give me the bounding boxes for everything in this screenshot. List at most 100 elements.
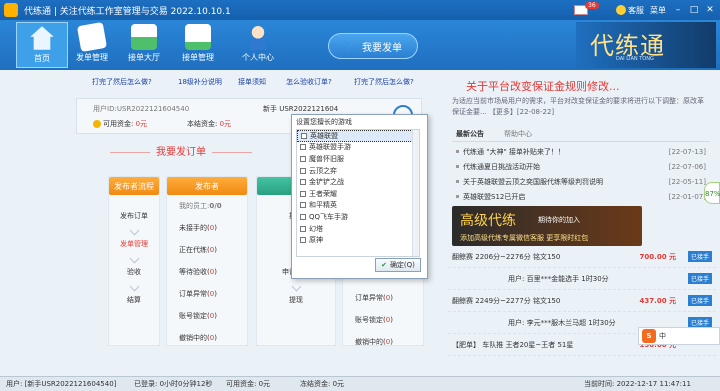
ok-label: 确定(Q) [389, 261, 415, 269]
nav-label: 个人中心 [242, 53, 274, 62]
publish-order-button[interactable]: 我要发单 [328, 33, 418, 59]
status-row[interactable]: 撤销中的(0) [343, 331, 423, 353]
game-option[interactable]: 王者荣耀 [297, 188, 419, 200]
flow-step[interactable]: 提现 [257, 289, 335, 311]
coin-icon [93, 120, 101, 128]
publisher-column: 发布者 我的员工: 0/0 未接手的(0) 正在代练(0) 等待验收(0) 订单异… [166, 176, 248, 346]
kefu-icon [616, 5, 626, 15]
menu-button[interactable]: 菜单 [650, 5, 666, 16]
nav-label: 接单管理 [182, 53, 214, 62]
user-level-label: 新手 [263, 105, 277, 113]
scrollbar[interactable] [412, 130, 419, 256]
minimize-icon[interactable]: – [672, 4, 684, 16]
flow-step[interactable]: 结算 [109, 289, 159, 311]
settled-row: 本结资金: 0元 [187, 119, 231, 129]
list-item[interactable]: 代练通 "大神" 接单补贴来了！！ [22-07-13] [452, 144, 706, 159]
promo-banner[interactable]: 高级代练 期待你的加入 添加高级代练专属微信客服 更享限时红包 [452, 206, 642, 246]
game-name: 英雄联盟手游 [309, 143, 351, 152]
game-option[interactable]: 英雄联盟手游 [297, 142, 419, 154]
inbox-icon [131, 24, 157, 50]
news-text: 关于英雄联盟云顶之奕国服代练等级判罚说明 [463, 177, 603, 186]
announcement-title[interactable]: 关于平台改变保证金规则修改... [466, 78, 620, 94]
checkbox[interactable] [300, 213, 306, 220]
nav-publish-manage[interactable]: 发单管理 [66, 21, 118, 68]
news-text: 代练通 "大神" 接单补贴来了！！ [463, 147, 565, 156]
nav-order-hall[interactable]: 接单大厅 [118, 22, 170, 68]
game-name: 金铲铲之战 [309, 178, 344, 187]
help-links: 打完了然后怎么做? 18级补分说明 接单须知 怎么验收订单? 打完了然后怎么做? [72, 72, 432, 92]
table-row[interactable]: 翻鲸赛 2206分~2276分 铭文150 700.00 元 已接手 [448, 246, 716, 268]
bullet-icon [456, 195, 459, 198]
help-link[interactable]: 接单须知 [238, 77, 266, 87]
status-row[interactable]: 未接手的(0) [167, 217, 247, 239]
game-option[interactable]: 魔兽怀旧服 [297, 153, 419, 165]
checkbox[interactable] [301, 132, 307, 139]
status-row[interactable]: 等待验收(0) [167, 261, 247, 283]
game-option[interactable]: 原神 [297, 234, 419, 246]
title-bar: 代练通 | 关注代练工作室管理与交易 2022.10.10.1 36 客服 菜单… [0, 0, 720, 20]
checkbox[interactable] [300, 237, 306, 244]
checkbox[interactable] [300, 144, 306, 151]
status-count: 0 [385, 316, 391, 324]
table-row[interactable]: 用户: 百里***金能选手 1时30分 已接手 [448, 268, 716, 290]
kefu-button[interactable]: 客服 [616, 5, 644, 16]
help-link[interactable]: 18级补分说明 [178, 77, 222, 87]
tab-help[interactable]: 帮助中心 [504, 129, 532, 139]
status-row[interactable]: 正在代练(0) [167, 239, 247, 261]
checkbox[interactable] [300, 190, 306, 197]
user-id-label: 用户ID: [93, 105, 117, 113]
checkbox[interactable] [300, 179, 306, 186]
order-game: 翻鲸赛 [452, 296, 473, 305]
bullet-icon [456, 165, 459, 168]
announcement-desc: 为适应当前市场局用户的需求，平台对改变保证金的要求将进行以下调整：原改革保证金要… [452, 97, 704, 116]
status-bar: 用户: [新手USR2022121604540] 已登录: 0小时0分钟12秒 … [0, 376, 720, 391]
news-tabs: 最新公告 帮助中心 [452, 126, 710, 142]
status-row[interactable]: 订单异常(0) [343, 287, 423, 309]
flow-step[interactable]: 验收 [109, 261, 159, 283]
user-id-row: 用户ID:USR2022121604540 [93, 104, 189, 114]
status-row[interactable]: 账号锁定(0) [167, 305, 247, 327]
status-row[interactable]: 撤销中的(0) [167, 327, 247, 349]
status-label: 订单异常 [179, 290, 207, 298]
game-option[interactable]: 金铲铲之战 [297, 176, 419, 188]
speed-widget[interactable]: 87% [704, 182, 720, 204]
flow-step[interactable]: 发单管理 [109, 233, 159, 255]
status-count: 0 [209, 334, 215, 342]
maximize-icon[interactable]: □ [688, 4, 700, 16]
game-option[interactable]: 幻塔 [297, 223, 419, 235]
ime-toolbar[interactable]: S 中 [638, 327, 720, 345]
order-game: 翻鲸赛 [452, 252, 473, 261]
ok-button[interactable]: ✔ 确定(Q) [375, 258, 421, 272]
status-row[interactable]: 订单异常(0) [167, 283, 247, 305]
nav-personal-center[interactable]: 个人中心 [232, 22, 284, 68]
game-option[interactable]: QQ飞车手游 [297, 211, 419, 223]
list-item[interactable]: 关于英雄联盟云顶之奕国服代练等级判罚说明 [22-05-11] [452, 174, 706, 189]
status-frozen: 冻结资金: 0元 [300, 380, 345, 388]
check-icon: ✔ [381, 261, 387, 269]
table-row[interactable]: 翻鲸赛 2249分~2277分 铭文150 437.00 元 已接手 [448, 290, 716, 312]
help-link[interactable]: 怎么验收订单? [286, 77, 332, 87]
list-item[interactable]: 代练通夏日挑战活动开始 [22-07-06] [452, 159, 706, 174]
list-item[interactable]: 英雄联盟S12已开启 [22-01-07] [452, 189, 706, 204]
checkbox[interactable] [300, 202, 306, 209]
app-logo-icon [4, 3, 18, 17]
section-title: 我要发订单 [76, 143, 286, 158]
checkbox[interactable] [300, 155, 306, 162]
status-row[interactable]: 账号锁定(0) [343, 309, 423, 331]
mail-icon[interactable]: 36 [574, 2, 599, 15]
order-price: 437.00 元 [639, 296, 676, 305]
help-link[interactable]: 打完了然后怎么做? [92, 77, 152, 87]
flow-step[interactable]: 发布订单 [109, 205, 159, 227]
tab-latest[interactable]: 最新公告 [456, 129, 484, 139]
close-icon[interactable]: ✕ [704, 4, 716, 16]
game-option[interactable]: 英雄联盟 [297, 130, 419, 142]
news-text: 代练通夏日挑战活动开始 [463, 162, 540, 171]
game-name: 和平精英 [309, 201, 337, 210]
checkbox[interactable] [300, 225, 306, 232]
game-option[interactable]: 和平精英 [297, 200, 419, 212]
nav-home[interactable]: 首页 [16, 22, 68, 68]
nav-order-manage[interactable]: 接单管理 [172, 22, 224, 68]
game-option[interactable]: 云顶之弈 [297, 165, 419, 177]
checkbox[interactable] [300, 167, 306, 174]
help-link[interactable]: 打完了然后怎么做? [354, 77, 414, 87]
